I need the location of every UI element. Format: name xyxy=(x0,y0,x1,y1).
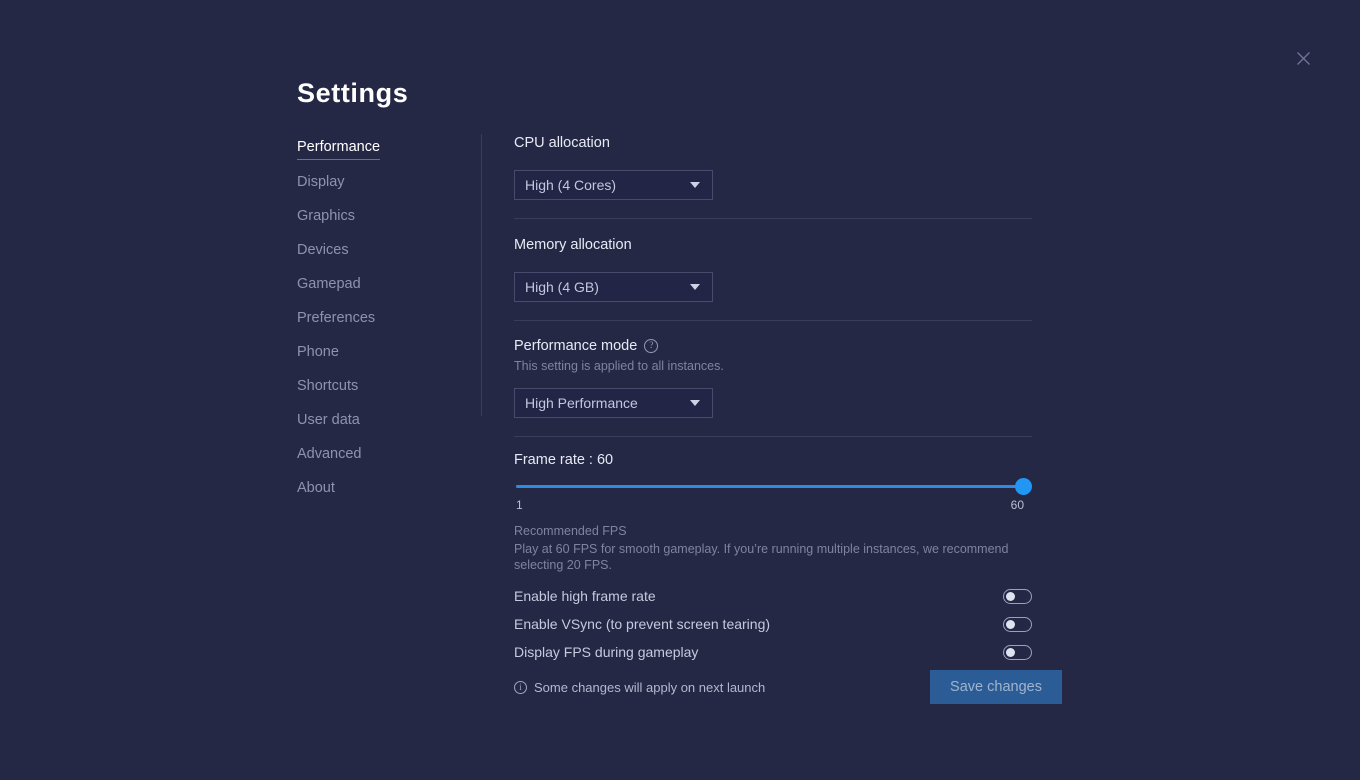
toggle-row-display-fps: Display FPS during gameplay xyxy=(514,638,1032,666)
sidebar-content-divider xyxy=(481,134,482,416)
chevron-down-icon xyxy=(690,284,700,290)
sidebar-item-user-data[interactable]: User data xyxy=(297,412,360,432)
sidebar-item-phone[interactable]: Phone xyxy=(297,344,339,364)
next-launch-note: i Some changes will apply on next launch xyxy=(514,680,765,695)
toggle-row-high-frame-rate: Enable high frame rate xyxy=(514,582,1032,610)
question-circle-icon[interactable]: ? xyxy=(644,339,658,353)
toggle-list: Enable high frame rate Enable VSync (to … xyxy=(514,582,1032,666)
sidebar-item-preferences[interactable]: Preferences xyxy=(297,310,375,330)
next-launch-note-text: Some changes will apply on next launch xyxy=(534,680,765,695)
performance-mode-hint: This setting is applied to all instances… xyxy=(514,358,1032,374)
section-divider xyxy=(514,320,1032,321)
frame-rate-scale: 1 60 xyxy=(514,498,1032,512)
cpu-allocation-value: High (4 Cores) xyxy=(525,177,616,193)
toggle-label-high-frame-rate: Enable high frame rate xyxy=(514,588,656,604)
close-icon[interactable] xyxy=(1289,44,1317,72)
frame-rate-label: Frame rate : 60 xyxy=(514,452,1032,468)
toggle-label-vsync: Enable VSync (to prevent screen tearing) xyxy=(514,616,770,632)
toggle-label-display-fps: Display FPS during gameplay xyxy=(514,644,698,660)
sidebar-item-graphics[interactable]: Graphics xyxy=(297,208,355,228)
performance-mode-select[interactable]: High Performance xyxy=(514,388,713,418)
toggle-row-vsync: Enable VSync (to prevent screen tearing) xyxy=(514,610,1032,638)
page-title: Settings xyxy=(297,78,408,109)
frame-rate-section: Frame rate : 60 1 60 Recommended FPS Pla… xyxy=(514,452,1032,573)
sidebar-item-about[interactable]: About xyxy=(297,480,335,500)
settings-window: Settings Performance Display Graphics De… xyxy=(0,0,1360,780)
memory-allocation-select[interactable]: High (4 GB) xyxy=(514,272,713,302)
sidebar-item-performance[interactable]: Performance xyxy=(297,139,380,160)
frame-rate-slider[interactable] xyxy=(514,479,1032,495)
toggle-high-frame-rate[interactable] xyxy=(1003,589,1032,604)
settings-sidebar: Performance Display Graphics Devices Gam… xyxy=(297,139,457,514)
sidebar-item-devices[interactable]: Devices xyxy=(297,242,349,262)
settings-content: CPU allocation High (4 Cores) Memory all… xyxy=(514,134,1032,666)
info-circle-icon: i xyxy=(514,681,527,694)
performance-mode-section: Performance mode ? This setting is appli… xyxy=(514,337,1032,418)
section-divider xyxy=(514,436,1032,437)
memory-allocation-section: Memory allocation High (4 GB) xyxy=(514,236,1032,302)
chevron-down-icon xyxy=(690,400,700,406)
settings-footer: i Some changes will apply on next launch… xyxy=(514,670,1062,704)
toggle-knob xyxy=(1006,592,1015,601)
toggle-knob xyxy=(1006,648,1015,657)
chevron-down-icon xyxy=(690,182,700,188)
section-divider xyxy=(514,218,1032,219)
performance-mode-label: Performance mode xyxy=(514,337,637,355)
recommended-fps-body: Play at 60 FPS for smooth gameplay. If y… xyxy=(514,542,1024,573)
sidebar-item-advanced[interactable]: Advanced xyxy=(297,446,362,466)
cpu-allocation-section: CPU allocation High (4 Cores) xyxy=(514,134,1032,200)
memory-allocation-value: High (4 GB) xyxy=(525,279,599,295)
frame-rate-max-label: 60 xyxy=(1011,498,1024,512)
sidebar-item-display[interactable]: Display xyxy=(297,174,345,194)
sidebar-item-gamepad[interactable]: Gamepad xyxy=(297,276,361,296)
frame-rate-min-label: 1 xyxy=(516,498,523,512)
save-changes-button[interactable]: Save changes xyxy=(930,670,1062,704)
toggle-display-fps[interactable] xyxy=(1003,645,1032,660)
cpu-allocation-label: CPU allocation xyxy=(514,134,1032,152)
recommended-fps-title: Recommended FPS xyxy=(514,524,1032,538)
performance-mode-value: High Performance xyxy=(525,395,638,411)
toggle-knob xyxy=(1006,620,1015,629)
cpu-allocation-select[interactable]: High (4 Cores) xyxy=(514,170,713,200)
sidebar-item-shortcuts[interactable]: Shortcuts xyxy=(297,378,358,398)
memory-allocation-label: Memory allocation xyxy=(514,236,1032,254)
frame-rate-slider-thumb[interactable] xyxy=(1015,478,1032,495)
toggle-vsync[interactable] xyxy=(1003,617,1032,632)
frame-rate-slider-fill xyxy=(516,485,1021,488)
